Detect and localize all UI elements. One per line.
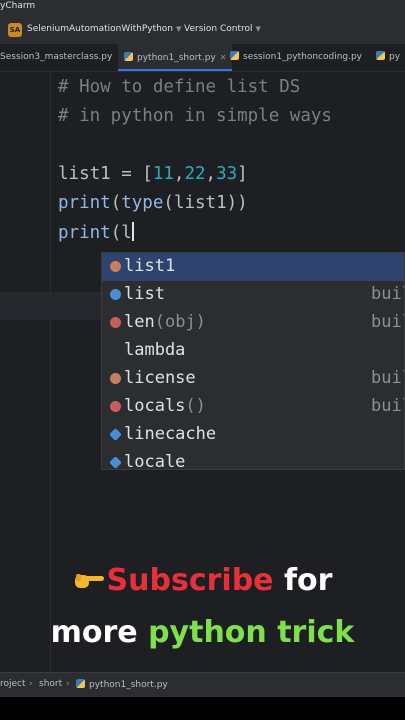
module-icon <box>109 428 122 441</box>
tab-session3-masterclass[interactable]: Session3_masterclass.py <box>0 44 112 71</box>
suggestion-label: locals() <box>124 396 206 416</box>
suggestion-name: list <box>124 284 165 304</box>
variable-icon <box>110 373 121 384</box>
tab-python1-short[interactable]: python1_short.py ✕ <box>118 44 233 71</box>
autocomplete-popup: list1 list buil len(obj) buil lambda lic… <box>101 252 405 470</box>
breadcrumb-project[interactable]: roject <box>0 679 26 689</box>
suggestion-item[interactable]: list1 <box>102 253 404 281</box>
breadcrumb-separator-icon: › <box>66 679 70 689</box>
main-toolbar: SA SeleniumAutomationWithPython ▼ Version… <box>0 16 405 44</box>
tab-label: Session3_masterclass.py <box>0 52 113 62</box>
suggestion-item[interactable]: locale <box>102 449 404 470</box>
variable-icon <box>110 261 121 272</box>
tab-session1-pythoncoding[interactable]: session1_pythoncoding.py <box>230 44 362 71</box>
suggestion-name: locale <box>124 452 186 470</box>
suggestion-label: lambda <box>124 340 185 360</box>
code-function: print <box>58 193 111 213</box>
python-file-icon <box>76 679 85 688</box>
code-line-print-type: print(type(list1)) <box>58 193 248 213</box>
breadcrumb-folder[interactable]: short <box>39 679 62 689</box>
suggestion-name: lambda <box>124 340 186 360</box>
python-file-icon <box>124 52 133 61</box>
suggestion-hint: buil <box>371 312 404 332</box>
breadcrumb-file-label: python1_short.py <box>89 680 168 690</box>
suggestion-name: len <box>124 312 155 332</box>
code-number: 11 <box>152 164 174 184</box>
suggestion-item[interactable]: list buil <box>102 281 404 309</box>
chevron-down-icon: ▼ <box>176 25 182 33</box>
pointing-hand-icon <box>74 574 104 588</box>
suggestion-label: license <box>124 368 196 388</box>
more-text: more <box>50 615 138 650</box>
suggestion-name: list1 <box>124 256 176 276</box>
code-number: 22 <box>184 164 206 184</box>
suggestion-hint: buil <box>371 284 404 304</box>
tab-label: python1_short.py <box>137 53 216 63</box>
app-title: yCharm <box>0 1 36 11</box>
suggestion-label: list <box>124 284 165 304</box>
suggestion-item[interactable]: lambda <box>102 337 404 365</box>
project-badge[interactable]: SA <box>8 23 22 37</box>
module-icon <box>109 456 122 469</box>
code-line-print-partial: print(l <box>58 222 134 243</box>
suggestion-item[interactable]: locals() buil <box>102 393 404 421</box>
code-token: list1 = [ <box>58 164 153 184</box>
chevron-down-icon: ▼ <box>255 25 261 33</box>
tab-label: py <box>389 52 401 62</box>
function-icon <box>110 317 121 328</box>
suggestion-hint: buil <box>371 396 404 416</box>
code-line-comment-2: # in python in simple ways <box>58 106 332 126</box>
breadcrumb-file[interactable]: python1_short.py <box>76 679 168 690</box>
suggestion-label: len(obj) <box>124 312 206 332</box>
code-token: list1 <box>173 193 227 213</box>
breadcrumb-separator-icon: › <box>29 679 33 689</box>
subscribe-text: Subscribe <box>106 563 274 598</box>
code-line-comment-1: # How to define list DS <box>58 77 301 97</box>
code-function: print <box>58 223 111 243</box>
code-function: type <box>121 193 164 213</box>
function-icon <box>110 401 121 412</box>
version-control-menu[interactable]: Version Control ▼ <box>184 24 261 34</box>
code-number: 33 <box>216 164 238 184</box>
suggestion-name: linecache <box>124 424 217 444</box>
video-letterbox <box>0 697 405 720</box>
python-trick-promo-line: more python trick <box>0 615 405 650</box>
python-file-icon <box>230 51 239 60</box>
suggestion-name: license <box>124 368 196 388</box>
suggestion-hint: buil <box>371 368 404 388</box>
for-text: for <box>283 563 333 598</box>
code-line-list-assign: list1 = [11,22,33] <box>58 164 248 184</box>
suggestion-args: (obj) <box>154 312 206 332</box>
code-typed: l <box>121 223 132 243</box>
suggestion-label: linecache <box>124 424 216 444</box>
suggestion-args: () <box>185 396 206 416</box>
version-control-label: Version Control <box>184 24 253 34</box>
python-trick-text: python trick <box>148 615 355 650</box>
suggestion-name: locals <box>124 396 186 416</box>
project-selector[interactable]: SeleniumAutomationWithPython ▼ <box>27 24 181 34</box>
close-icon[interactable]: ✕ <box>220 53 227 62</box>
editor-tabs: Session3_masterclass.py python1_short.py… <box>0 44 405 72</box>
status-bar: roject › short › python1_short.py <box>0 672 405 697</box>
text-caret <box>131 222 134 241</box>
class-icon <box>110 289 121 300</box>
suggestion-item[interactable]: license buil <box>102 365 404 393</box>
suggestion-item[interactable]: len(obj) buil <box>102 309 404 337</box>
suggestion-item[interactable]: linecache <box>102 421 404 449</box>
suggestion-label: list1 <box>124 256 175 276</box>
python-file-icon <box>376 51 385 60</box>
tab-overflow[interactable]: py <box>376 44 400 71</box>
tab-label: session1_pythoncoding.py <box>243 52 363 62</box>
subscribe-promo-line: Subscribe for <box>0 563 405 598</box>
suggestion-label: locale <box>124 452 186 470</box>
title-bar: yCharm <box>0 0 405 16</box>
project-name: SeleniumAutomationWithPython <box>27 24 174 34</box>
